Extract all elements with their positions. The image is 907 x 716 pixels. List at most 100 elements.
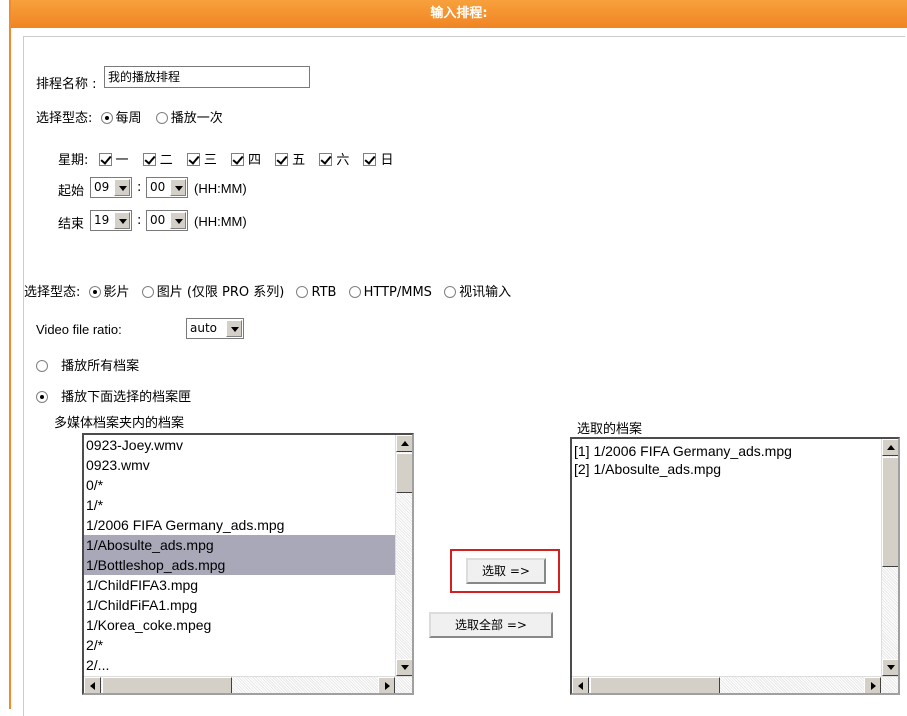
- weekday-checkbox-sun[interactable]: [363, 153, 377, 166]
- source-type-row: 选择型态: 影片 图片 (仅限 PRO 系列) RTB HTTP/MMS 视讯输…: [24, 281, 511, 300]
- scroll-down-icon[interactable]: [882, 659, 898, 676]
- once-label: 播放一次: [170, 111, 223, 126]
- http-mms-radio[interactable]: [348, 286, 361, 298]
- weekly-label: 每周: [115, 111, 142, 126]
- schedule-name-label: 排程名称 :: [36, 77, 97, 92]
- rtb-radio[interactable]: [296, 286, 309, 298]
- rtb-label: RTB: [311, 285, 337, 300]
- file-list-item[interactable]: 2/...: [84, 655, 412, 675]
- weekday-checkbox-fri[interactable]: [275, 153, 289, 166]
- end-min-select[interactable]: 00: [146, 210, 188, 231]
- file-list-item[interactable]: 2/*: [84, 635, 412, 655]
- weekday-thu: 四: [248, 153, 262, 168]
- selected-files-label: 选取的档案: [577, 422, 643, 437]
- horizontal-scrollbar[interactable]: [572, 676, 898, 693]
- schedule-panel: 输入排程: 排程名称 : 我的播放排程 选择型态: 每周 播放一次 星期: 一 …: [9, 0, 907, 716]
- start-format-hint: (HH:MM): [194, 181, 247, 196]
- video-ratio-label: Video file ratio:: [36, 322, 122, 337]
- chevron-down-icon: [170, 212, 186, 229]
- file-list-item[interactable]: 1/*: [84, 495, 412, 515]
- schedule-name-input[interactable]: 我的播放排程: [104, 66, 310, 88]
- chevron-down-icon: [114, 179, 130, 196]
- scroll-thumb[interactable]: [882, 457, 898, 567]
- weekday-mon: 一: [115, 153, 129, 168]
- weekday-checkbox-thu[interactable]: [231, 153, 244, 166]
- available-files-label: 多媒体档案夹内的档案: [54, 416, 185, 431]
- vertical-scrollbar[interactable]: [881, 439, 898, 676]
- end-hour-select[interactable]: 19: [90, 210, 132, 231]
- once-radio[interactable]: [155, 112, 168, 124]
- end-format-hint: (HH:MM): [194, 214, 247, 229]
- schedule-type-label: 选择型态:: [36, 111, 93, 126]
- weekday-tue: 二: [159, 153, 173, 168]
- weekday-checkbox-tue[interactable]: [142, 153, 156, 166]
- available-files-listbox[interactable]: 0923-Joey.wmv 0923.wmv 0/* 1/* 1/2006 FIFA G…: [82, 433, 414, 695]
- end-min-value: 00: [150, 213, 166, 227]
- available-files-rows: 0923-Joey.wmv 0923.wmv 0/* 1/* 1/2006 FIFA G…: [84, 435, 412, 675]
- chevron-down-icon: [170, 179, 186, 196]
- scroll-left-icon[interactable]: [84, 677, 101, 693]
- chevron-down-icon: [114, 212, 130, 229]
- scroll-thumb[interactable]: [396, 453, 412, 493]
- weekday-sun: 日: [380, 153, 394, 168]
- select-button[interactable]: 选取 =>: [466, 558, 546, 584]
- file-list-item[interactable]: 1/ChildFIFA3.mpg: [84, 575, 412, 595]
- scroll-up-icon[interactable]: [396, 435, 412, 452]
- start-min-select[interactable]: 00: [146, 177, 188, 198]
- weekday-checkbox-wed[interactable]: [186, 153, 200, 166]
- file-list-item[interactable]: 1/Korea_coke.mpeg: [84, 615, 412, 635]
- video-ratio-value: auto: [190, 321, 218, 335]
- play-selected-radio[interactable]: [36, 391, 48, 403]
- selected-files-listbox[interactable]: [1] 1/2006 FIFA Germany_ads.mpg [2] 1/Abo…: [570, 437, 900, 695]
- file-list-item[interactable]: 1/2006 FIFA Germany_ads.mpg: [84, 515, 412, 535]
- vertical-scrollbar[interactable]: [395, 435, 412, 676]
- panel-body: 排程名称 : 我的播放排程 选择型态: 每周 播放一次 星期: 一 二 三 四 …: [23, 36, 905, 716]
- file-list-item[interactable]: 0923-Joey.wmv: [84, 435, 412, 455]
- end-colon: :: [137, 213, 142, 228]
- image-radio[interactable]: [141, 286, 154, 298]
- scroll-right-icon[interactable]: [378, 677, 395, 693]
- weekday-row: 星期: 一 二 三 四 五 六 日: [58, 149, 393, 168]
- end-hour-value: 19: [94, 213, 110, 227]
- schedule-type-row: 选择型态: 每周 播放一次: [36, 107, 223, 126]
- chevron-down-icon: [226, 320, 242, 337]
- http-mms-label: HTTP/MMS: [363, 285, 432, 300]
- image-label: 图片 (仅限 PRO 系列): [156, 285, 285, 300]
- video-radio[interactable]: [88, 286, 101, 298]
- file-list-item[interactable]: 1/Abosulte_ads.mpg: [84, 535, 412, 555]
- start-label: 起始: [58, 184, 85, 199]
- video-input-radio[interactable]: [444, 286, 457, 298]
- play-all-label: 播放所有档案: [61, 359, 140, 374]
- start-colon: :: [137, 180, 142, 195]
- scroll-thumb[interactable]: [590, 677, 720, 693]
- weekday-checkbox-sat[interactable]: [319, 153, 333, 166]
- play-selected-label: 播放下面选择的档案匣: [61, 390, 192, 405]
- video-input-label: 视讯输入: [459, 285, 512, 300]
- select-all-button[interactable]: 选取全部 =>: [429, 612, 553, 638]
- selected-file-item[interactable]: [2] 1/Abosulte_ads.mpg: [572, 460, 898, 478]
- video-ratio-select[interactable]: auto: [186, 318, 244, 339]
- file-list-item[interactable]: 1/ChildFiFA1.mpg: [84, 595, 412, 615]
- scroll-up-icon[interactable]: [882, 439, 898, 456]
- weekday-fri: 五: [292, 153, 306, 168]
- play-all-row: 播放所有档案: [36, 355, 139, 374]
- horizontal-scrollbar[interactable]: [84, 676, 412, 693]
- end-label: 结束: [58, 217, 85, 232]
- weekday-wed: 三: [203, 153, 217, 168]
- scroll-left-icon[interactable]: [572, 677, 589, 693]
- scroll-down-icon[interactable]: [396, 659, 412, 676]
- weekday-label: 星期:: [58, 153, 89, 168]
- selected-file-item[interactable]: [1] 1/2006 FIFA Germany_ads.mpg: [572, 442, 898, 460]
- play-selected-row: 播放下面选择的档案匣: [36, 386, 191, 405]
- file-list-item[interactable]: 1/Bottleshop_ads.mpg: [84, 555, 412, 575]
- weekday-checkbox-mon[interactable]: [98, 153, 112, 166]
- play-all-radio[interactable]: [36, 360, 48, 372]
- start-min-value: 00: [150, 180, 166, 194]
- panel-title: 输入排程:: [11, 0, 907, 28]
- file-list-item[interactable]: 0/*: [84, 475, 412, 495]
- weekly-radio[interactable]: [100, 112, 113, 124]
- scroll-thumb[interactable]: [102, 677, 232, 693]
- scroll-right-icon[interactable]: [864, 677, 881, 693]
- file-list-item[interactable]: 0923.wmv: [84, 455, 412, 475]
- start-hour-select[interactable]: 09: [90, 177, 132, 198]
